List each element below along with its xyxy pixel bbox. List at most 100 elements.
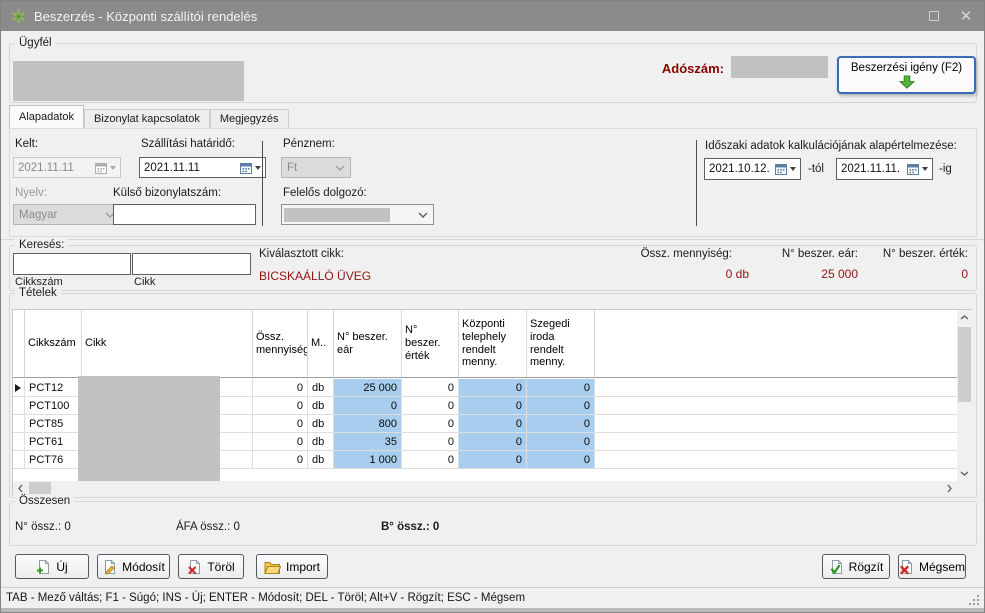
cell-beszer-ertek[interactable]: 0 [402, 433, 459, 450]
cell-me[interactable]: db [308, 397, 334, 414]
save-button[interactable]: Rögzít [822, 554, 890, 579]
cell-beszer-ertek[interactable]: 0 [402, 415, 459, 432]
kelt-datepicker[interactable]: 2021.11.11 [13, 157, 121, 178]
vertical-scrollbar-thumb[interactable] [958, 327, 971, 402]
cell-beszer-ear[interactable]: 0 [334, 397, 402, 414]
cell-cikkszam[interactable]: PCT85 [25, 415, 82, 432]
cell-me[interactable]: db [308, 379, 334, 396]
row-selector[interactable] [13, 433, 25, 450]
grid-header-kozponti[interactable]: Központi telephely rendelt menny. [459, 310, 527, 377]
cell-me[interactable]: db [308, 415, 334, 432]
cell-me[interactable]: db [308, 451, 334, 468]
scroll-up-icon[interactable] [957, 310, 972, 325]
stat-beszer-ear: N° beszer. eár: 25 000 [761, 248, 858, 281]
modify-button[interactable]: Módosít [97, 554, 170, 579]
afa-ossz-value: 0 [234, 521, 240, 533]
stat-value: 0 db [591, 267, 749, 281]
cell-szegedi[interactable]: 0 [527, 433, 595, 450]
cell-beszer-ertek[interactable]: 0 [402, 379, 459, 396]
cell-kozponti[interactable]: 0 [459, 379, 527, 396]
cell-kozponti[interactable]: 0 [459, 451, 527, 468]
cell-cikkszam[interactable]: PCT61 [25, 433, 82, 450]
cell-beszer-ear[interactable]: 35 [334, 433, 402, 450]
cell-kozponti[interactable]: 0 [459, 415, 527, 432]
cell-cikkszam[interactable]: PCT76 [25, 451, 82, 468]
cell-beszer-ertek[interactable]: 0 [402, 397, 459, 414]
cell-beszer-ear[interactable]: 1 000 [334, 451, 402, 468]
tab-alapadatok[interactable]: Alapadatok [9, 105, 84, 128]
cell-kozponti[interactable]: 0 [459, 397, 527, 414]
delete-button[interactable]: Töröl [178, 554, 244, 579]
cell-filler [595, 379, 957, 396]
stat-label: N° beszer. eár: [761, 248, 858, 260]
row-selector[interactable] [13, 379, 25, 396]
idoszaki-ig-datepicker[interactable]: 2021.11.11. [836, 158, 933, 180]
cell-me[interactable]: db [308, 433, 334, 450]
idoszaki-tol-datepicker[interactable]: 2021.10.12. [704, 158, 801, 180]
nyelv-combobox[interactable]: Magyar [13, 204, 121, 225]
cell-filler [595, 415, 957, 432]
b-ossz-total: B° össz.: 0 [381, 521, 439, 533]
row-selector[interactable] [13, 451, 25, 468]
scroll-down-icon[interactable] [957, 466, 972, 481]
felelos-dolgozo-combobox[interactable] [281, 204, 434, 225]
grid-header-cikk[interactable]: Cikk [82, 310, 253, 377]
kulso-bizonylatszam-input[interactable] [113, 204, 256, 225]
beszerzesi-igeny-button[interactable]: Beszerzési igény (F2) [837, 56, 976, 94]
cell-szegedi[interactable]: 0 [527, 397, 595, 414]
szallitasi-hatarido-label: Szállítási határidő: [141, 138, 235, 150]
cell-szegedi[interactable]: 0 [527, 379, 595, 396]
grid-header-beszer-ear[interactable]: N° beszer. eár [334, 310, 402, 377]
cell-ossz-mennyiseg[interactable]: 0 [253, 397, 308, 414]
tab-megjegyzes[interactable]: Megjegyzés [210, 109, 289, 128]
cell-kozponti[interactable]: 0 [459, 433, 527, 450]
close-icon[interactable]: ✕ [950, 1, 982, 31]
import-button[interactable]: Import [256, 554, 328, 579]
scroll-right-icon[interactable] [942, 481, 957, 496]
cell-cikkszam[interactable]: PCT12 [25, 379, 82, 396]
cell-beszer-ear[interactable]: 25 000 [334, 379, 402, 396]
grid-header-me[interactable]: M.. [308, 310, 334, 377]
cell-beszer-ear[interactable]: 800 [334, 415, 402, 432]
row-selector[interactable] [13, 397, 25, 414]
calendar-icon [95, 162, 107, 174]
restore-icon[interactable] [918, 1, 950, 31]
kereses-cikkszam-input[interactable] [13, 253, 131, 275]
grid-header-ossz-mennyiseg[interactable]: Össz. mennyiség [253, 310, 308, 377]
grid-header-cikkszam[interactable]: Cikkszám [25, 310, 82, 377]
kereses-cikk-input[interactable] [132, 253, 251, 275]
dropdown-arrow-icon [922, 167, 928, 171]
cell-ossz-mennyiseg[interactable]: 0 [253, 415, 308, 432]
tab-megjegyzes-label: Megjegyzés [220, 113, 279, 125]
row-selector[interactable] [13, 415, 25, 432]
osszesen-group: Összesen [9, 501, 977, 546]
cell-ossz-mennyiseg[interactable]: 0 [253, 451, 308, 468]
cell-szegedi[interactable]: 0 [527, 415, 595, 432]
tab-bizonylat-kapcsolatok[interactable]: Bizonylat kapcsolatok [84, 109, 210, 128]
new-icon [36, 559, 51, 575]
cell-szegedi[interactable]: 0 [527, 451, 595, 468]
horizontal-scrollbar[interactable] [13, 481, 957, 496]
delete-icon [187, 559, 202, 575]
idoszaki-ig-value: 2021.11.11. [841, 163, 900, 175]
current-row-arrow-icon [15, 384, 21, 392]
dropdown-arrow-icon [110, 166, 116, 170]
szallitasi-hatarido-datepicker[interactable]: 2021.11.11 [139, 157, 266, 178]
penznem-combobox[interactable]: Ft [281, 157, 351, 178]
window-bottom-frame [1, 608, 984, 613]
new-button[interactable]: Új [15, 554, 89, 579]
vertical-scrollbar[interactable] [957, 310, 972, 481]
redacted-tax-number [731, 56, 828, 78]
cancel-button[interactable]: Mégsem [898, 554, 966, 579]
redacted-customer [13, 61, 244, 101]
cell-ossz-mennyiseg[interactable]: 0 [253, 433, 308, 450]
grid-header-szegedi[interactable]: Szegedi iroda rendelt menny. [527, 310, 595, 377]
cell-ossz-mennyiseg[interactable]: 0 [253, 379, 308, 396]
kelt-value: 2021.11.11 [18, 162, 74, 174]
n-ossz-total: N° össz.: 0 [15, 521, 71, 533]
grid-header-beszer-ertek[interactable]: N° beszer. érték [402, 310, 459, 377]
grid-header-selector[interactable] [13, 310, 25, 377]
cell-beszer-ertek[interactable]: 0 [402, 451, 459, 468]
calendar-icon [775, 163, 787, 175]
cell-cikkszam[interactable]: PCT100 [25, 397, 82, 414]
